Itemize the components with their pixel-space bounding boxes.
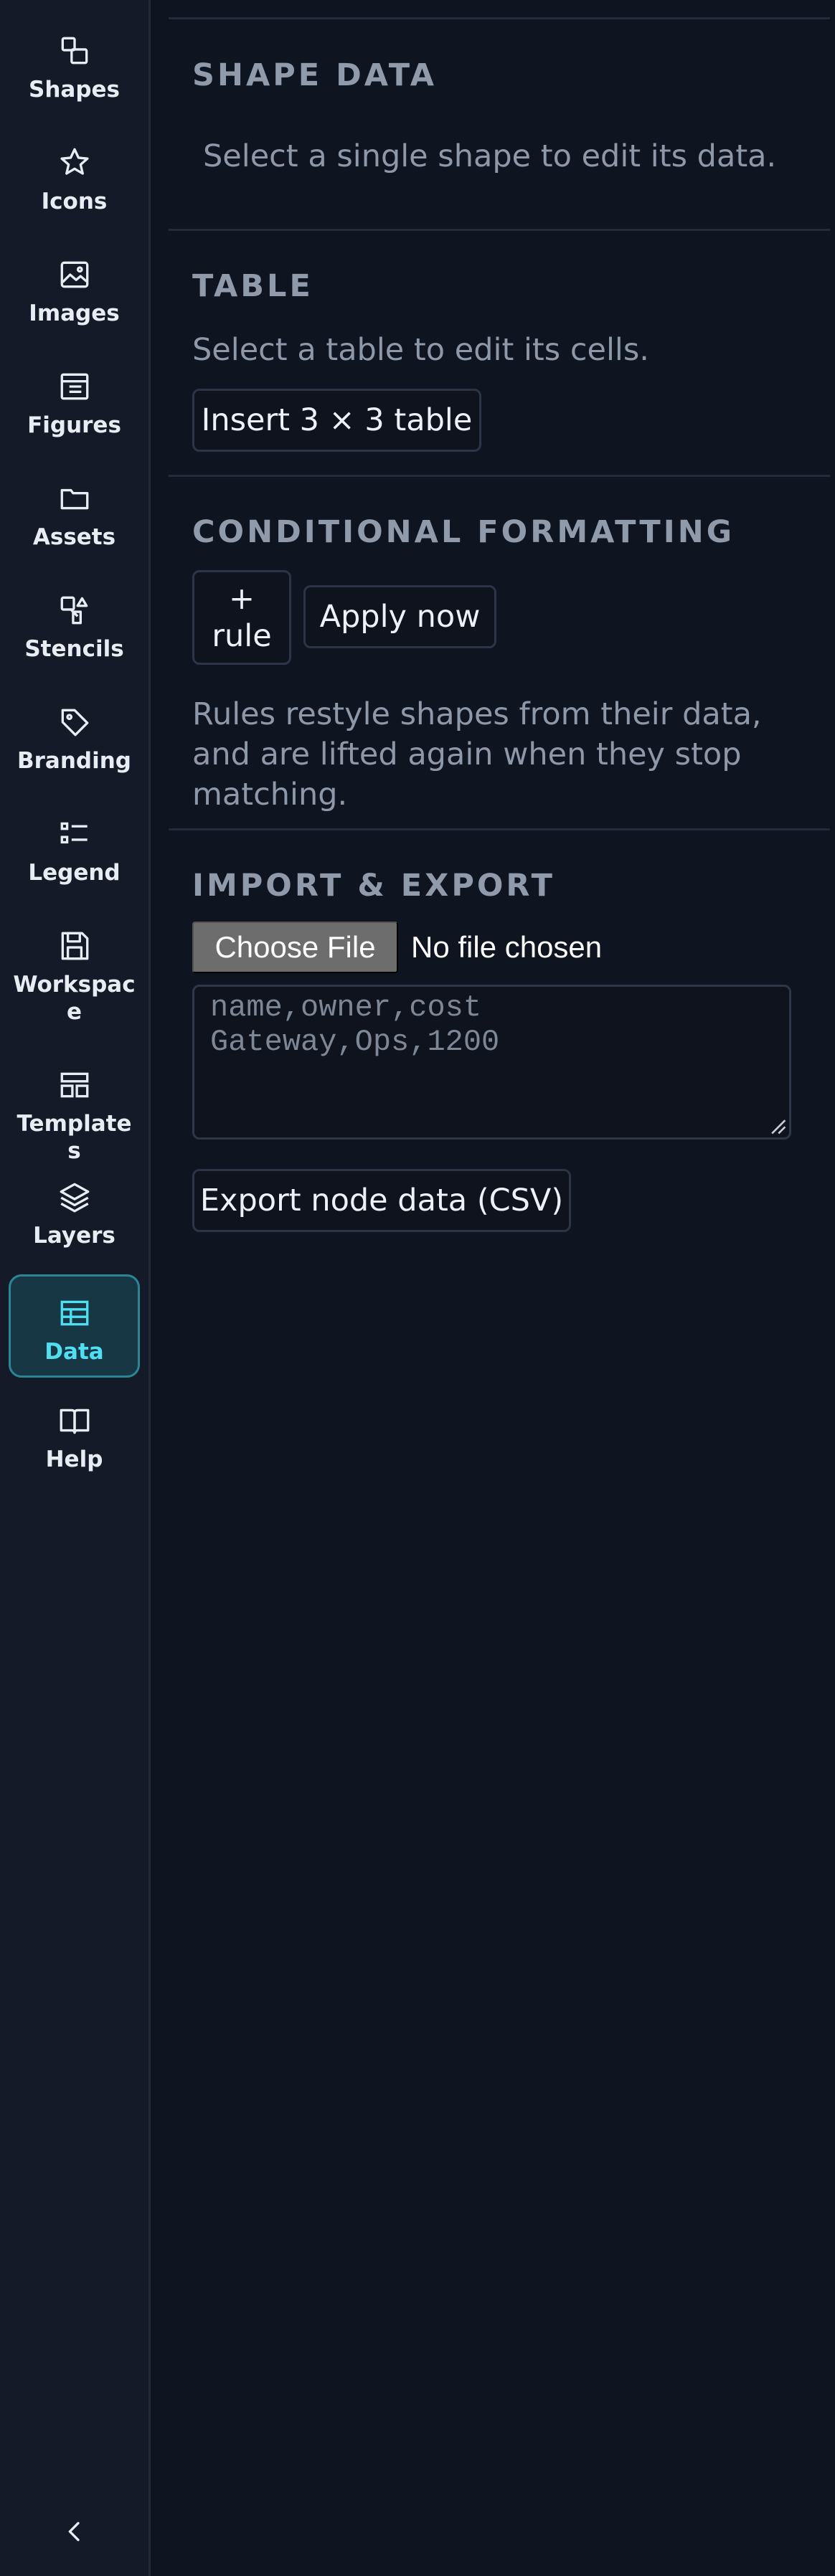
sidebar-item-label: Figures xyxy=(27,412,121,438)
sidebar-item-label: Legend xyxy=(28,860,121,886)
sidebar-item-shapes[interactable]: Shapes xyxy=(9,33,140,103)
layers-icon xyxy=(57,1179,93,1215)
sidebar-item-stencils[interactable]: Stencils xyxy=(9,592,140,663)
table-icon xyxy=(57,1295,93,1331)
sidebar-item-images[interactable]: Images xyxy=(9,257,140,327)
sidebar-item-label: Data xyxy=(44,1339,104,1365)
save-icon xyxy=(57,928,93,964)
tag-icon xyxy=(57,704,93,740)
table-title: TABLE xyxy=(192,268,313,304)
section-divider xyxy=(169,475,830,477)
folder-icon xyxy=(57,480,93,516)
image-icon xyxy=(57,257,93,293)
sidebar-item-label: Icons xyxy=(41,189,108,214)
sidebar-item-templates[interactable]: Templates xyxy=(9,1067,140,1165)
conditional-formatting-title: CONDITIONAL FORMATTING xyxy=(192,514,735,550)
resize-grip-icon[interactable] xyxy=(768,1117,787,1135)
layout-icon xyxy=(57,1067,93,1103)
import-export-title: IMPORT & EXPORT xyxy=(192,868,555,904)
sidebar-item-icons[interactable]: Icons xyxy=(9,145,140,215)
section-divider xyxy=(169,17,830,19)
sidebar-rail: Shapes Icons Images Figures Assets Stenc… xyxy=(0,0,151,2576)
section-divider xyxy=(169,828,830,830)
sidebar-item-help[interactable]: Help xyxy=(9,1403,140,1473)
shape-data-title: SHAPE DATA xyxy=(192,57,437,93)
sidebar-item-layers[interactable]: Layers xyxy=(9,1179,140,1249)
sidebar-item-label: Stencils xyxy=(24,636,124,662)
apply-now-button[interactable]: Apply now xyxy=(303,585,496,648)
sidebar-item-label: Workspace xyxy=(13,972,136,1025)
export-csv-button[interactable]: Export node data (CSV) xyxy=(192,1169,571,1232)
sidebar-item-label: Images xyxy=(29,300,120,326)
choose-file-button[interactable]: Choose File xyxy=(192,922,398,973)
add-rule-button[interactable]: + rule xyxy=(192,570,291,665)
sidebar-item-figures[interactable]: Figures xyxy=(9,369,140,439)
list-icon xyxy=(57,816,93,852)
sidebar-item-label: Layers xyxy=(33,1223,115,1249)
sidebar-item-branding[interactable]: Branding xyxy=(9,704,140,775)
figure-icon xyxy=(57,369,93,404)
sidebar-item-workspace[interactable]: Workspace xyxy=(9,928,140,1026)
sidebar-item-label: Branding xyxy=(17,748,131,774)
chevron-left-icon[interactable] xyxy=(60,2517,89,2546)
sidebar-item-label: Help xyxy=(45,1446,103,1472)
sidebar-item-assets[interactable]: Assets xyxy=(9,480,140,551)
conditional-hint: Rules restyle shapes from their data, an… xyxy=(192,696,762,813)
sidebar-item-label: Templates xyxy=(16,1111,132,1164)
csv-input[interactable] xyxy=(192,985,791,1140)
star-icon xyxy=(57,145,93,181)
sidebar-item-label: Shapes xyxy=(29,77,120,103)
sidebar-item-legend[interactable]: Legend xyxy=(9,816,140,886)
section-divider xyxy=(169,229,830,231)
shape-data-hint: Select a single shape to edit its data. xyxy=(203,138,777,174)
sidebar-item-data[interactable]: Data xyxy=(9,1274,140,1378)
data-panel: SHAPE DATA Select a single shape to edit… xyxy=(153,0,835,2576)
sidebar-item-label: Assets xyxy=(32,524,116,550)
book-icon xyxy=(57,1403,93,1439)
insert-table-button[interactable]: Insert 3 × 3 table xyxy=(192,389,481,452)
file-status: No file chosen xyxy=(411,930,603,964)
stencil-icon xyxy=(57,592,93,628)
table-hint: Select a table to edit its cells. xyxy=(192,332,649,368)
shapes-icon xyxy=(57,33,93,69)
